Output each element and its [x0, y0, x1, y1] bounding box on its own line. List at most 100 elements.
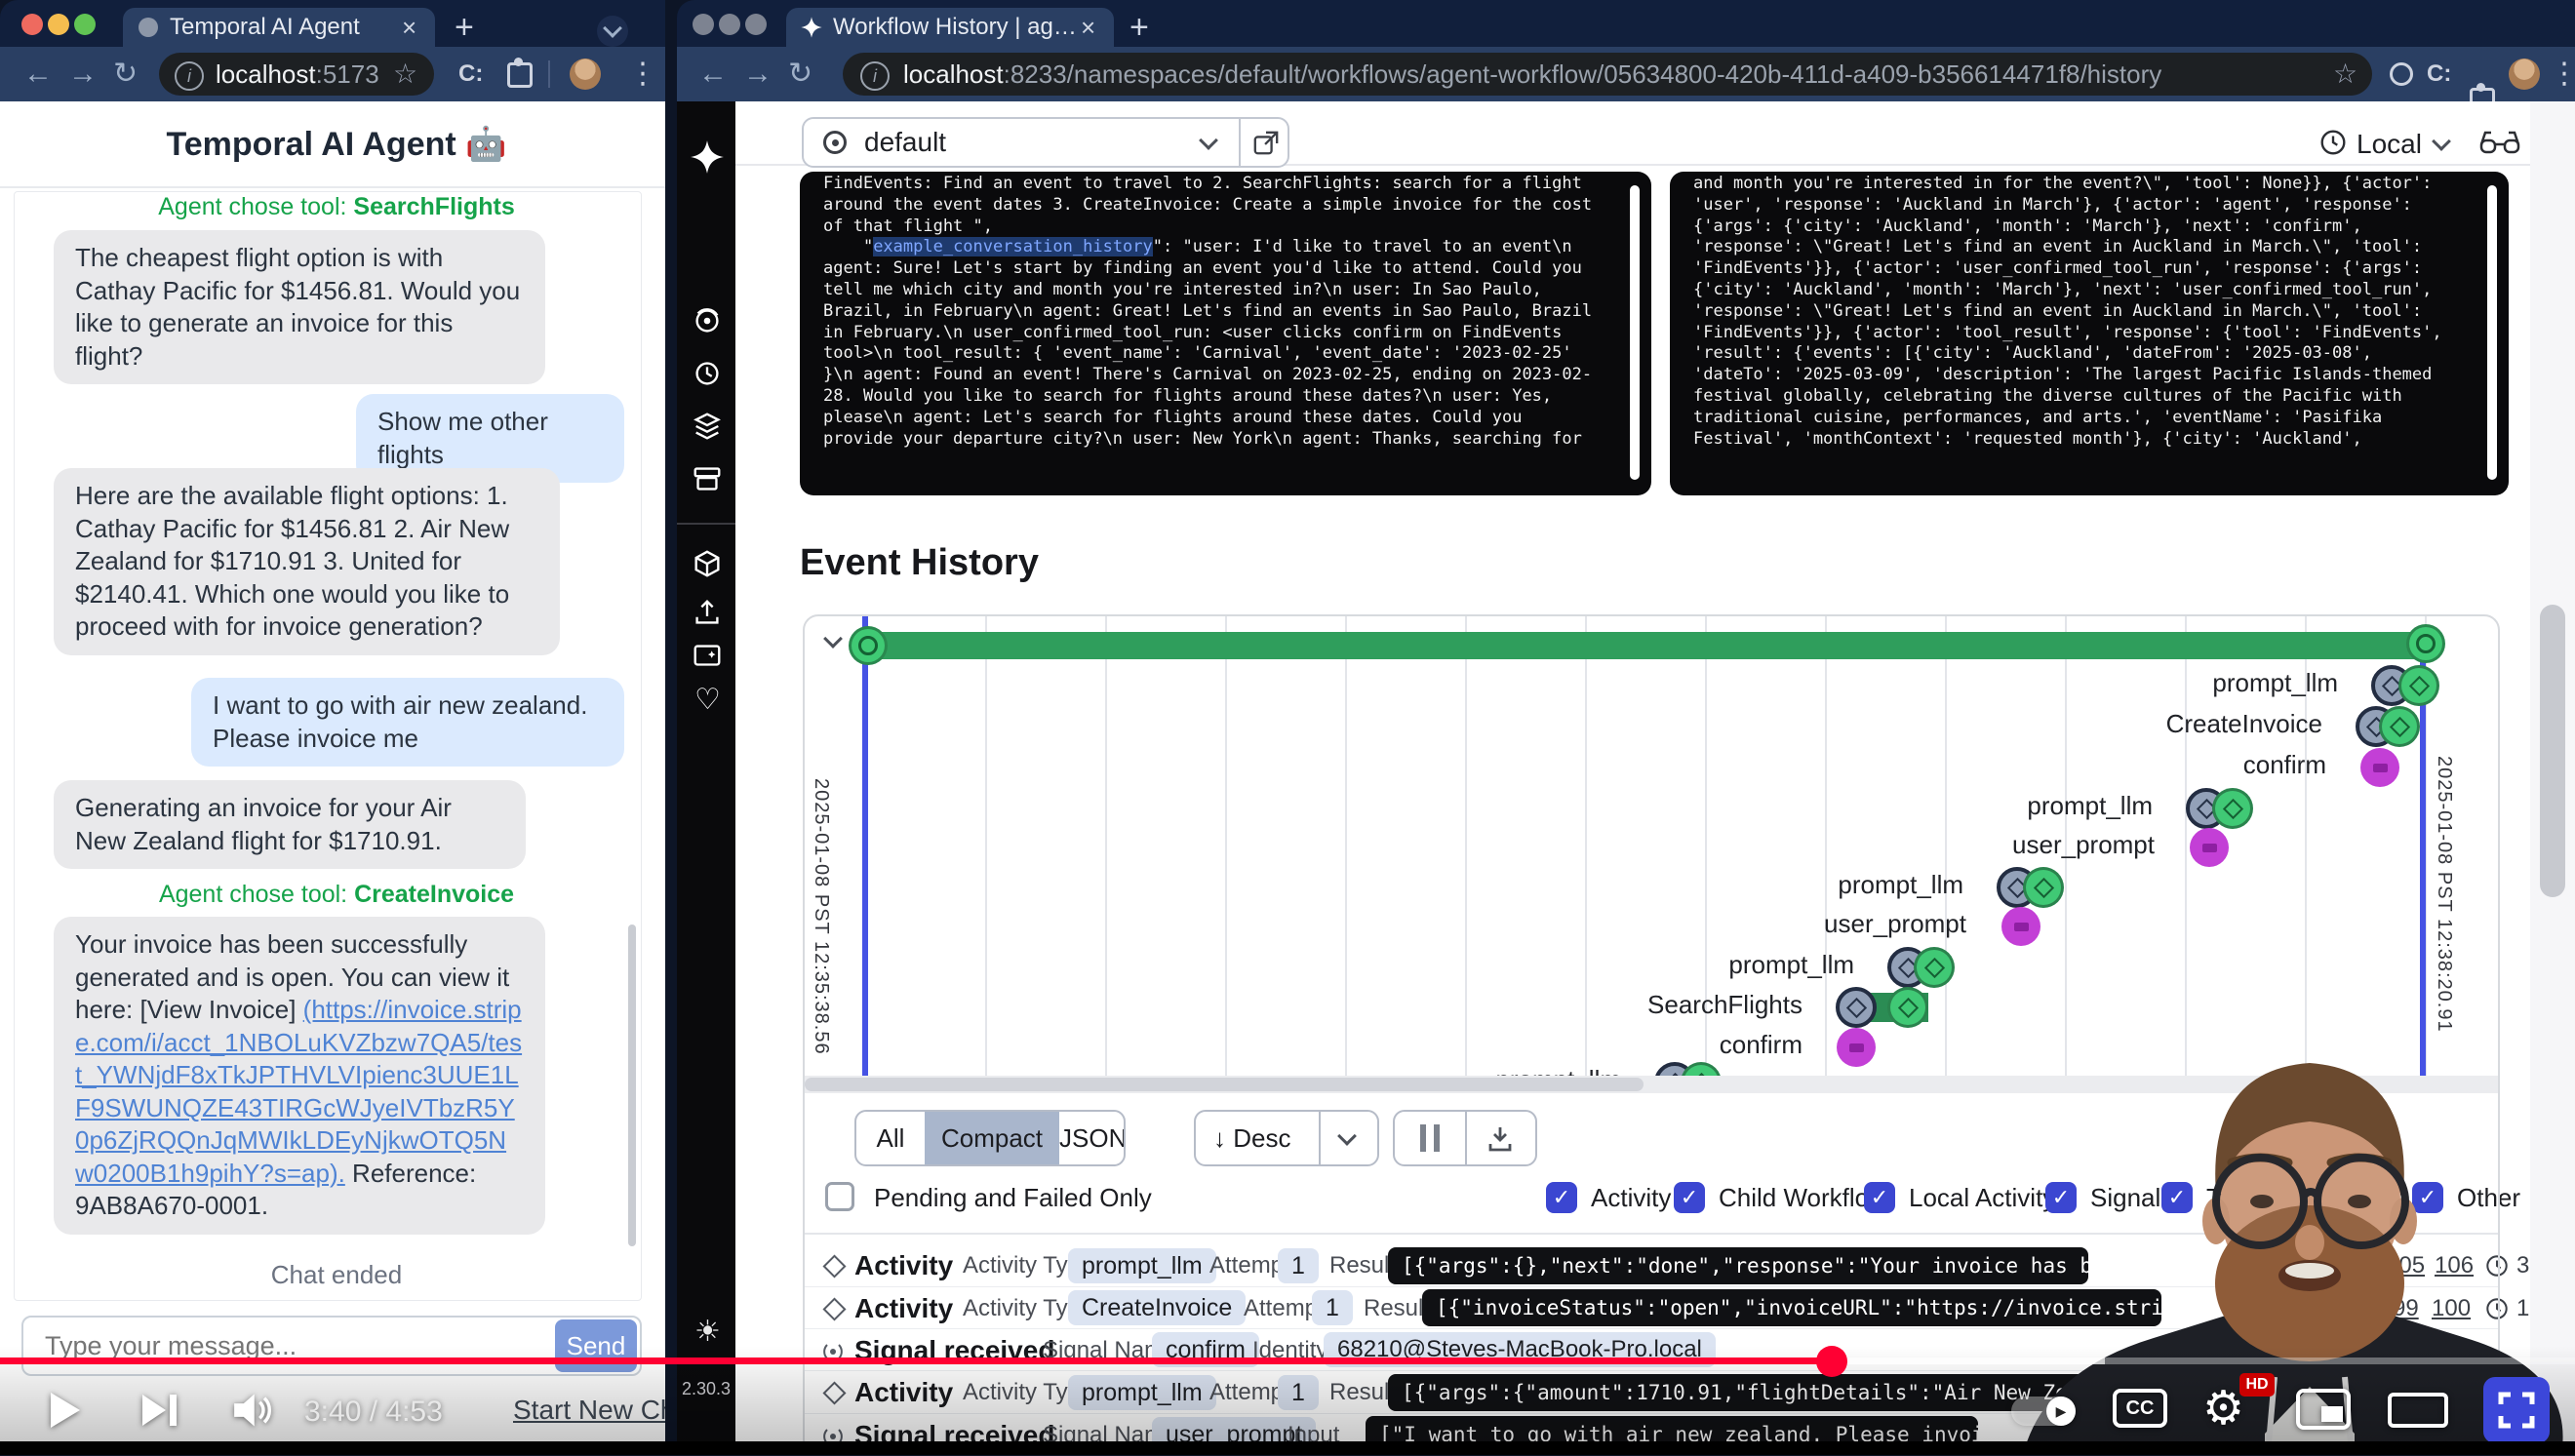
subtitles-cc-button[interactable]: CC — [2113, 1389, 2167, 1428]
workflow-end-marker[interactable] — [2406, 624, 2445, 663]
site-info-icon[interactable]: i — [860, 61, 890, 91]
sort-desc-button[interactable]: ↓ Desc — [1213, 1123, 1290, 1154]
video-progress-scrubber[interactable] — [1816, 1346, 1847, 1377]
sidebar-feedback-heart-icon[interactable]: ♡ — [694, 683, 721, 717]
chat-scrollbar[interactable] — [628, 925, 636, 1246]
sidebar-workflows-icon[interactable] — [691, 304, 724, 337]
tab-close-icon[interactable]: × — [402, 8, 416, 47]
workflow-start-marker[interactable] — [849, 626, 888, 665]
extension-dot-icon[interactable] — [2390, 62, 2413, 86]
minimize-window-button[interactable] — [48, 14, 69, 35]
close-window-button-inactive[interactable] — [693, 14, 714, 35]
sidebar-schedules-icon[interactable] — [691, 357, 724, 390]
fullscreen-button-focused[interactable] — [2483, 1377, 2550, 1443]
profile-avatar[interactable] — [2509, 59, 2540, 90]
zoom-window-button-inactive[interactable] — [745, 14, 767, 35]
pause-icon[interactable] — [1420, 1124, 1426, 1152]
theme-toggle-sun-icon[interactable]: ☀ — [694, 1315, 721, 1349]
reload-button[interactable]: ↻ — [113, 47, 138, 101]
code-panel-scrollbar[interactable] — [2487, 185, 2497, 480]
view-mode-json[interactable]: JSON — [1059, 1112, 1126, 1164]
view-mode-compact[interactable]: Compact — [925, 1112, 1059, 1164]
new-tab-button[interactable]: + — [1129, 6, 1149, 49]
bookmark-star-icon[interactable]: ☆ — [2333, 53, 2357, 96]
activity-completed-marker[interactable] — [2379, 706, 2420, 747]
download-history-icon[interactable] — [1485, 1123, 1516, 1155]
workflow-execution-bar[interactable] — [865, 632, 2426, 659]
address-bar[interactable]: i localhost:5173 ☆ — [159, 53, 434, 96]
address-bar[interactable]: i localhost:8233/namespaces/default/work… — [843, 53, 2372, 96]
extension-colorzilla-icon[interactable]: C: — [2427, 47, 2451, 101]
forward-button[interactable]: → — [743, 47, 772, 101]
zoom-window-button[interactable] — [74, 14, 96, 35]
sidebar-stack-icon[interactable] — [691, 410, 724, 443]
close-window-button[interactable] — [21, 14, 43, 35]
extension-colorzilla-icon[interactable]: C: — [458, 47, 483, 101]
event-history-title: Event History — [800, 542, 1039, 584]
sidebar-labs-icon[interactable] — [691, 640, 724, 673]
tab-list-dropdown-icon[interactable] — [597, 16, 628, 47]
activity-type-chip: prompt_llm — [1068, 1248, 1216, 1283]
activity-completed-marker[interactable] — [2212, 788, 2253, 829]
sort-options-chevron-icon[interactable] — [1337, 1126, 1357, 1146]
browser-tab-right[interactable]: Workflow History | agent-wor × — [786, 8, 1114, 47]
workflow-input-code-panel[interactable]: FindEvents: Find an event to travel to 2… — [800, 172, 1651, 495]
play-button[interactable] — [51, 1393, 80, 1428]
temporal-logo-icon[interactable] — [689, 138, 726, 176]
filter-checkbox-local-activity[interactable]: ✓ — [1864, 1182, 1895, 1213]
theater-mode-button[interactable] — [2388, 1393, 2448, 1428]
activity-completed-marker[interactable] — [2398, 665, 2439, 706]
site-info-icon[interactable]: i — [175, 61, 204, 91]
forward-button[interactable]: → — [68, 47, 98, 101]
signal-marker[interactable] — [2190, 828, 2229, 867]
back-button[interactable]: ← — [698, 47, 728, 101]
tab-close-icon[interactable]: × — [1081, 8, 1095, 47]
filter-checkbox-activity[interactable]: ✓ — [1546, 1182, 1577, 1213]
filter-checkbox-child-workflow[interactable]: ✓ — [1674, 1182, 1705, 1213]
timeline-chart[interactable]: prompt_llm CreateInvoice confirm prompt_… — [805, 616, 2498, 1076]
autoplay-toggle[interactable]: ▶ — [2011, 1397, 2076, 1426]
miniplayer-button[interactable] — [2296, 1389, 2351, 1430]
open-namespace-external-link-icon[interactable] — [1252, 130, 1280, 157]
browser-tab-left[interactable]: Temporal AI Agent × — [123, 8, 435, 47]
signal-marker[interactable] — [2001, 907, 2040, 946]
result-code-chip[interactable]: [{"args":{},"next":"done","response":"Yo… — [1388, 1247, 2088, 1284]
new-tab-button[interactable]: + — [455, 6, 474, 49]
group-divider — [1319, 1112, 1321, 1164]
video-letterbox-bottom — [0, 1441, 2575, 1455]
profile-avatar[interactable] — [570, 59, 601, 90]
extensions-puzzle-icon[interactable] — [507, 62, 533, 88]
browser-menu-kebab-icon[interactable]: ⋮ — [628, 47, 657, 101]
activity-completed-marker[interactable] — [1887, 987, 1928, 1028]
reader-glasses-icon[interactable] — [2477, 127, 2522, 158]
minimize-window-button-inactive[interactable] — [719, 14, 740, 35]
settings-gear-icon[interactable]: ⚙ — [2202, 1381, 2244, 1436]
timeline-row-label: SearchFlights — [805, 990, 1802, 1020]
namespace-chevron-down-icon[interactable] — [1199, 131, 1218, 150]
browser-menu-kebab-icon[interactable]: ⋮ — [2550, 47, 2575, 101]
bookmark-star-icon[interactable]: ☆ — [393, 53, 417, 96]
chat-ended-status: Chat ended — [0, 1260, 673, 1290]
reload-button[interactable]: ↻ — [788, 47, 812, 101]
volume-icon[interactable] — [230, 1389, 273, 1432]
signal-marker[interactable] — [1837, 1028, 1876, 1067]
workflow-result-code-panel[interactable]: and month you're interested in for the e… — [1670, 172, 2509, 495]
sidebar-archival-icon[interactable] — [691, 548, 724, 581]
namespace-value[interactable]: default — [864, 127, 946, 158]
video-progress-buffered — [1832, 1358, 2105, 1364]
activity-scheduled-marker[interactable] — [1836, 987, 1877, 1028]
view-mode-all[interactable]: All — [856, 1112, 925, 1164]
activity-completed-marker[interactable] — [2023, 867, 2064, 908]
browser-scrollbar-thumb[interactable] — [2540, 605, 2565, 897]
pending-failed-checkbox[interactable] — [825, 1182, 854, 1211]
signal-marker[interactable] — [2360, 748, 2399, 787]
back-button[interactable]: ← — [23, 47, 53, 101]
next-video-button[interactable] — [142, 1395, 177, 1431]
timezone-select[interactable]: Local — [2357, 129, 2422, 160]
sidebar-export-icon[interactable] — [691, 597, 724, 630]
code-panel-scrollbar[interactable] — [1630, 185, 1640, 480]
sidebar-batch-icon[interactable] — [691, 462, 724, 495]
expand-row-chevron-icon[interactable] — [823, 629, 843, 649]
timeline-hscrollbar-thumb[interactable] — [805, 1078, 1644, 1091]
activity-completed-marker[interactable] — [1914, 947, 1955, 988]
